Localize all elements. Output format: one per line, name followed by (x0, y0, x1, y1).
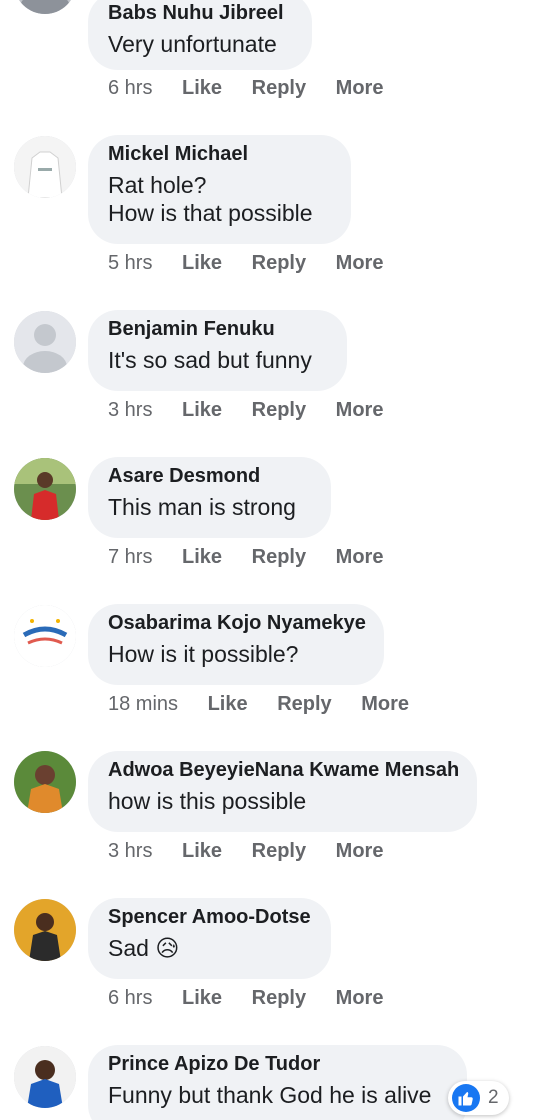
avatar[interactable] (14, 0, 76, 14)
comment-bubble: Spencer Amoo-Dotse Sad 😥 (88, 898, 331, 979)
comment-bubble: Adwoa BeyeyieNana Kwame Mensah how is th… (88, 751, 477, 832)
comment-actions: 6 hrs Like Reply More (108, 73, 407, 103)
comment-bubble: Osabarima Kojo Nyamekye How is it possib… (88, 604, 384, 685)
thumbs-up-icon (452, 1084, 480, 1112)
comment-text: Very unfortunate (108, 31, 277, 57)
reaction-summary[interactable]: 2 (448, 1081, 509, 1115)
comment-time[interactable]: 6 hrs (108, 73, 152, 103)
comment-time[interactable]: 7 hrs (108, 542, 152, 572)
comment-actions: 3 hrs Like Reply More (108, 395, 407, 425)
comment-actions: 6 hrs Like Reply More (108, 983, 407, 1013)
comment-text: how is this possible (108, 788, 307, 814)
comment-text: Funny but thank God he is alive (108, 1082, 432, 1108)
avatar[interactable] (14, 899, 76, 961)
comment-bubble: Benjamin Fenuku It's so sad but funny (88, 310, 347, 391)
like-button[interactable]: Like (182, 73, 222, 103)
like-button[interactable]: Like (182, 836, 222, 866)
more-button[interactable]: More (336, 73, 384, 103)
commenter-name[interactable]: Mickel Michael (108, 141, 331, 167)
reply-button[interactable]: Reply (252, 542, 306, 572)
like-button[interactable]: Like (182, 542, 222, 572)
reply-button[interactable]: Reply (252, 983, 306, 1013)
like-button[interactable]: Like (208, 689, 248, 719)
reply-button[interactable]: Reply (252, 73, 306, 103)
comment-time[interactable]: 18 mins (108, 689, 178, 719)
comment-text: Sad 😥 (108, 935, 180, 961)
commenter-name[interactable]: Benjamin Fenuku (108, 316, 327, 342)
commenter-name[interactable]: Babs Nuhu Jibreel (108, 0, 292, 26)
avatar[interactable] (14, 136, 76, 198)
comment-time[interactable]: 3 hrs (108, 395, 152, 425)
commenter-name[interactable]: Prince Apizo De Tudor (108, 1051, 447, 1077)
reply-button[interactable]: Reply (252, 836, 306, 866)
reply-button[interactable]: Reply (252, 395, 306, 425)
more-button[interactable]: More (336, 836, 384, 866)
comment-actions: 5 hrs Like Reply More (108, 248, 407, 278)
comment-actions: 7 hrs Like Reply More (108, 542, 407, 572)
more-button[interactable]: More (336, 983, 384, 1013)
comment-feed: Babs Nuhu Jibreel Very unfortunate 6 hrs… (0, 0, 534, 1120)
comment-time[interactable]: 3 hrs (108, 836, 152, 866)
comment-actions: 18 mins Like Reply More (108, 689, 433, 719)
comment-actions: 3 hrs Like Reply More (108, 836, 407, 866)
comment-text: Rat hole? How is that possible (108, 172, 313, 226)
more-button[interactable]: More (336, 248, 384, 278)
avatar[interactable] (14, 458, 76, 520)
comment-bubble: Prince Apizo De Tudor Funny but thank Go… (88, 1045, 467, 1120)
commenter-name[interactable]: Asare Desmond (108, 463, 311, 489)
comment-bubble: Asare Desmond This man is strong (88, 457, 331, 538)
comment-text: How is it possible? (108, 641, 299, 667)
comment-text: This man is strong (108, 494, 296, 520)
comment-time[interactable]: 5 hrs (108, 248, 152, 278)
comment-time[interactable]: 6 hrs (108, 983, 152, 1013)
comment-bubble: Mickel Michael Rat hole? How is that pos… (88, 135, 351, 244)
commenter-name[interactable]: Osabarima Kojo Nyamekye (108, 610, 366, 636)
comment-bubble: Babs Nuhu Jibreel Very unfortunate (88, 0, 312, 70)
avatar[interactable] (14, 1046, 76, 1108)
commenter-name[interactable]: Spencer Amoo-Dotse (108, 904, 311, 930)
avatar[interactable] (14, 605, 76, 667)
like-button[interactable]: Like (182, 983, 222, 1013)
commenter-name[interactable]: Adwoa BeyeyieNana Kwame Mensah (108, 757, 459, 783)
reply-button[interactable]: Reply (277, 689, 331, 719)
more-button[interactable]: More (336, 542, 384, 572)
avatar[interactable] (14, 311, 76, 373)
more-button[interactable]: More (361, 689, 409, 719)
comment-text: It's so sad but funny (108, 347, 312, 373)
reaction-count: 2 (488, 1087, 499, 1108)
avatar[interactable] (14, 751, 76, 813)
like-button[interactable]: Like (182, 248, 222, 278)
more-button[interactable]: More (336, 395, 384, 425)
like-button[interactable]: Like (182, 395, 222, 425)
reply-button[interactable]: Reply (252, 248, 306, 278)
